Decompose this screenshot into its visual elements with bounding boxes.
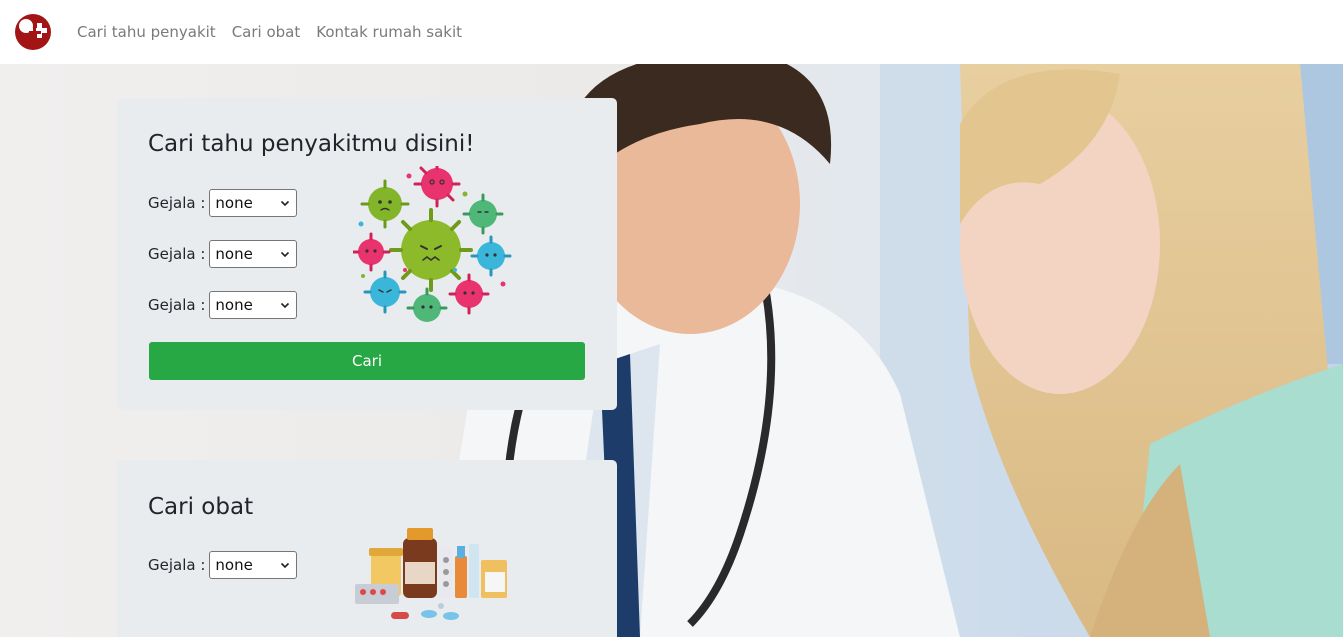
nav-link-cari-penyakit[interactable]: Cari tahu penyakit (77, 23, 216, 41)
medicine-card-title: Cari obat (148, 494, 254, 520)
search-disease-button[interactable]: Cari (149, 342, 585, 380)
chevron-down-icon (281, 562, 290, 569)
medicine-illustration-icon (355, 528, 507, 620)
symptom-label: Gejala : (148, 296, 206, 314)
symptom-label: Gejala : (148, 556, 206, 574)
symptom-select-value: none (215, 556, 253, 574)
symptom-field-2: Gejala : none (148, 240, 298, 268)
symptom-select-2[interactable]: none (209, 240, 298, 268)
disease-search-card: Cari tahu penyakitmu disini! Gejala : no… (117, 98, 617, 410)
symptom-field-1: Gejala : none (148, 189, 298, 217)
nav-link-kontak-rumah-sakit[interactable]: Kontak rumah sakit (316, 23, 462, 41)
symptom-field-3: Gejala : none (148, 291, 298, 319)
medicine-symptom-select[interactable]: none (209, 551, 298, 579)
medicine-search-card: Cari obat Gejala : none (117, 460, 617, 637)
symptom-select-3[interactable]: none (209, 291, 298, 319)
medicine-symptom-field: Gejala : none (148, 551, 298, 579)
nav-link-cari-obat[interactable]: Cari obat (232, 23, 301, 41)
navbar: Cari tahu penyakit Cari obat Kontak ruma… (0, 0, 1343, 64)
symptom-select-value: none (215, 245, 253, 263)
disease-card-title: Cari tahu penyakitmu disini! (148, 131, 475, 157)
virus-illustration-icon (353, 166, 512, 322)
symptom-label: Gejala : (148, 194, 206, 212)
symptom-select-value: none (215, 194, 253, 212)
brand-logo-icon[interactable] (15, 14, 51, 50)
symptom-select-value: none (215, 296, 253, 314)
chevron-down-icon (281, 200, 290, 207)
symptom-label: Gejala : (148, 245, 206, 263)
chevron-down-icon (281, 302, 290, 309)
chevron-down-icon (281, 251, 290, 258)
symptom-select-1[interactable]: none (209, 189, 298, 217)
